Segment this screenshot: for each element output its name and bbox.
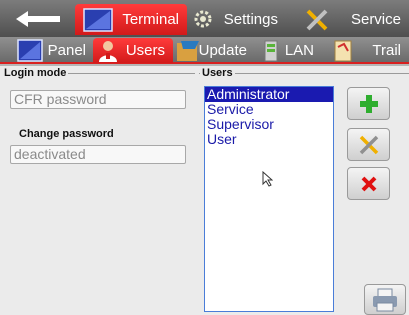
tab-service-label: Service <box>350 11 401 28</box>
tab-settings-label: Settings <box>223 11 278 28</box>
update-icon <box>177 41 199 61</box>
add-user-button[interactable] <box>347 87 390 120</box>
tab-terminal[interactable]: Terminal <box>75 4 187 35</box>
list-item-administrator[interactable]: Administrator <box>205 87 333 102</box>
tab-lan[interactable]: LAN <box>256 38 322 63</box>
tab-users[interactable]: Users <box>93 38 173 63</box>
add-icon <box>359 94 378 113</box>
list-item-service[interactable]: Service <box>205 102 333 117</box>
users-title: Users <box>200 67 235 79</box>
mouse-cursor-icon <box>262 171 273 187</box>
tab-lan-label: LAN <box>284 42 314 59</box>
print-icon <box>373 288 397 311</box>
delete-icon <box>361 176 376 191</box>
tab-service[interactable]: Service <box>296 4 409 35</box>
tab-terminal-label: Terminal <box>122 11 179 28</box>
list-item-supervisor[interactable]: Supervisor <box>205 117 333 132</box>
lan-icon <box>264 40 278 62</box>
terminal-icon <box>83 8 113 32</box>
settings-gear-icon <box>194 10 212 28</box>
tab-users-label: Users <box>125 42 165 59</box>
users-icon <box>99 41 117 62</box>
panel-icon <box>17 39 43 62</box>
service-tools-icon <box>306 9 328 31</box>
tab-update[interactable]: Update <box>174 38 255 63</box>
change-password-label: Change password <box>19 128 114 140</box>
list-item-user[interactable]: User <box>205 132 333 147</box>
edit-user-button[interactable] <box>347 128 390 161</box>
tab-trail-label: Trail <box>372 42 401 59</box>
main-tab-bar: Terminal Settings Service <box>0 0 409 37</box>
tab-settings[interactable]: Settings <box>188 4 286 35</box>
login-mode-field[interactable]: CFR password <box>10 90 186 109</box>
users-page: Login mode CFR password Change password … <box>0 66 409 315</box>
tab-trail[interactable]: Trail <box>330 38 409 63</box>
trail-icon <box>334 40 352 62</box>
edit-tools-icon <box>359 135 378 154</box>
print-button[interactable] <box>364 284 406 315</box>
tab-update-label: Update <box>198 42 247 59</box>
delete-user-button[interactable] <box>347 167 390 200</box>
users-list[interactable]: Administrator Service Supervisor User <box>204 86 334 312</box>
change-password-field[interactable]: deactivated <box>10 145 186 164</box>
tab-panel[interactable]: Panel <box>14 38 94 63</box>
back-arrow-icon[interactable] <box>14 9 62 29</box>
tab-panel-label: Panel <box>47 42 86 59</box>
sub-tab-bar: Panel Users Update LAN Trail <box>0 37 409 64</box>
login-mode-title: Login mode <box>2 67 69 79</box>
